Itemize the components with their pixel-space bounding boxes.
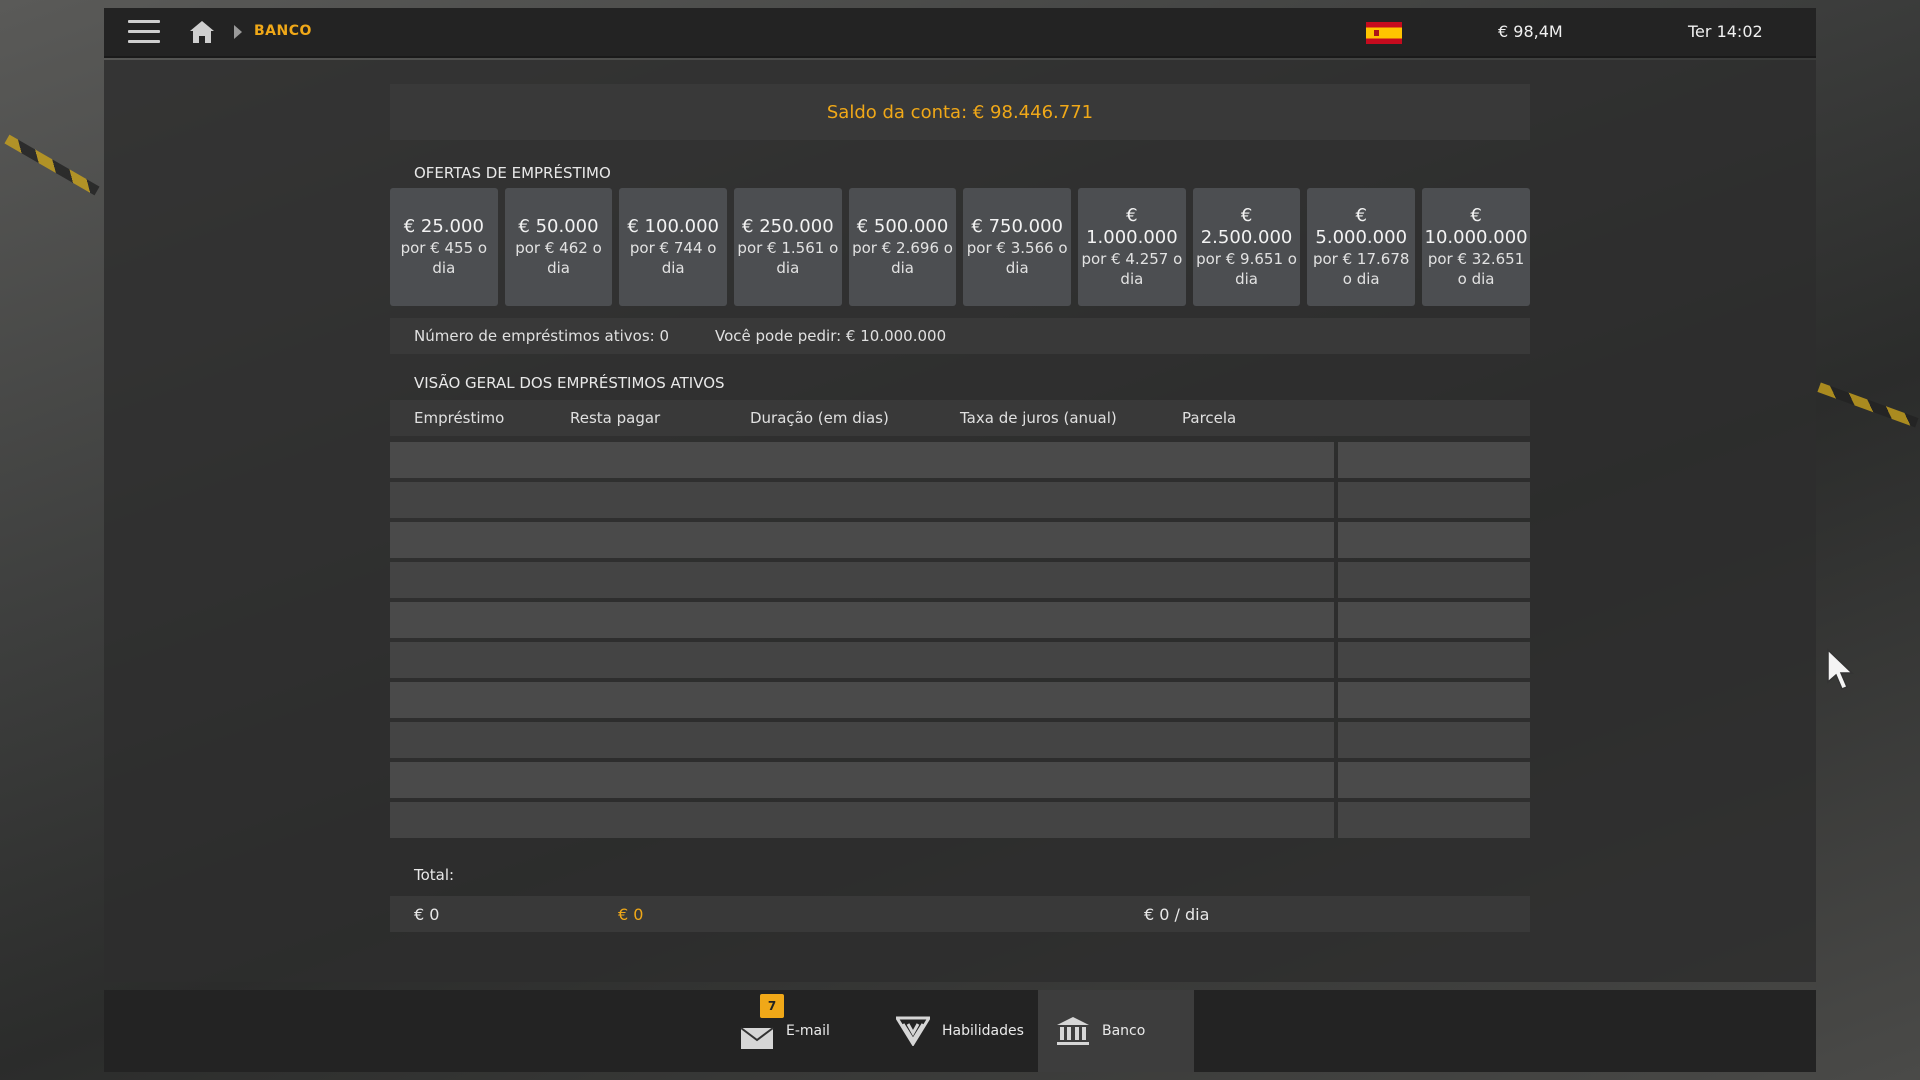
loan-offer-card[interactable]: € 10.000.000 por € 32.651 o dia — [1422, 188, 1531, 306]
offer-rate: por € 455 o dia — [400, 239, 488, 277]
offer-amount: € 750.000 — [971, 216, 1063, 237]
nav-skills[interactable]: Habilidades — [896, 990, 1024, 1072]
mouse-cursor-icon — [1827, 648, 1854, 690]
table-row — [390, 642, 1530, 678]
top-bar: BANCO € 98,4M Ter 14:02 — [104, 8, 1816, 58]
table-row — [390, 802, 1530, 838]
background-stripe — [1817, 382, 1919, 428]
bank-icon — [1057, 1017, 1089, 1045]
table-row — [390, 562, 1530, 598]
offer-rate: por € 4.257 o dia — [1081, 250, 1183, 288]
envelope-icon — [740, 1027, 774, 1049]
column-header-remaining: Resta pagar — [570, 409, 661, 427]
offer-rate: por € 2.696 o dia — [852, 239, 953, 277]
column-header-interest: Taxa de juros (anual) — [960, 409, 1117, 427]
offer-amount: € 500.000 — [856, 216, 949, 237]
offer-amount: € 25.000 — [403, 216, 484, 237]
email-unread-badge: 7 — [760, 994, 784, 1018]
total-installment: € 0 / dia — [1144, 905, 1210, 924]
offer-amount: € 2.500.000 — [1200, 205, 1293, 248]
breadcrumb-arrow-icon — [234, 25, 242, 39]
column-header-installment: Parcela — [1182, 409, 1237, 427]
table-row — [390, 682, 1530, 718]
active-loans-title: VISÃO GERAL DOS EMPRÉSTIMOS ATIVOS — [414, 374, 725, 392]
background-stripe — [4, 134, 100, 196]
table-row — [390, 442, 1530, 478]
spain-flag-icon[interactable] — [1366, 22, 1402, 44]
column-header-loan: Empréstimo — [414, 409, 505, 427]
max-loan-available: Você pode pedir: € 10.000.000 — [715, 327, 947, 345]
offer-rate: por € 1.561 o dia — [737, 239, 839, 277]
offer-amount: € 1.000.000 — [1086, 205, 1178, 248]
loan-offer-card[interactable]: € 2.500.000 por € 9.651 o dia — [1192, 188, 1301, 306]
nav-email-label: E-mail — [786, 1023, 830, 1039]
active-loans-count: Número de empréstimos ativos: 0 — [414, 327, 670, 345]
bank-panel: Saldo da conta: € 98.446.771 OFERTAS DE … — [104, 60, 1816, 982]
skills-chevron-icon — [896, 1016, 930, 1046]
hamburger-menu-icon[interactable] — [128, 20, 160, 44]
loan-info-bar: Número de empréstimos ativos: 0 Você pod… — [390, 318, 1530, 354]
nav-bank[interactable]: Banco — [1038, 990, 1194, 1072]
offer-rate: por € 3.566 o dia — [966, 239, 1068, 277]
header-money: € 98,4M — [1498, 22, 1563, 41]
loan-offer-card[interactable]: € 1.000.000 por € 4.257 o dia — [1078, 188, 1186, 306]
loan-offer-card[interactable]: € 250.000 por € 1.561 o dia — [734, 188, 842, 306]
game-clock: Ter 14:02 — [1688, 22, 1763, 41]
loan-offers-title: OFERTAS DE EMPRÉSTIMO — [414, 164, 611, 182]
offer-amount: € 10.000.000 — [1424, 205, 1528, 248]
offer-amount: € 5.000.000 — [1315, 205, 1408, 248]
loan-offer-card[interactable]: € 500.000 por € 2.696 o dia — [848, 188, 957, 306]
table-row — [390, 762, 1530, 798]
totals-bar: € 0 € 0 € 0 / dia — [390, 896, 1530, 932]
nav-email[interactable]: 7 E-mail — [740, 990, 830, 1072]
home-icon[interactable] — [188, 18, 216, 46]
loan-offers: € 25.000 por € 455 o dia € 50.000 por € … — [390, 188, 1531, 306]
offer-rate: por € 462 o dia — [515, 239, 602, 277]
offer-amount: € 250.000 — [742, 216, 834, 237]
offer-amount: € 100.000 — [627, 216, 719, 237]
loan-offer-card[interactable]: € 100.000 por € 744 o dia — [619, 188, 728, 306]
offer-amount: € 50.000 — [518, 216, 599, 237]
total-remaining: € 0 — [618, 905, 644, 924]
loans-table-header: Empréstimo Resta pagar Duração (em dias)… — [390, 400, 1530, 436]
table-row — [390, 522, 1530, 558]
loan-offer-card[interactable]: € 5.000.000 por € 17.678 o dia — [1307, 188, 1416, 306]
loan-offer-card[interactable]: € 50.000 por € 462 o dia — [504, 188, 613, 306]
bank-content: Saldo da conta: € 98.446.771 OFERTAS DE … — [390, 84, 1531, 932]
loan-offer-card[interactable]: € 750.000 por € 3.566 o dia — [963, 188, 1072, 306]
breadcrumb[interactable]: BANCO — [254, 23, 312, 39]
table-row — [390, 602, 1530, 638]
bottom-nav: 7 E-mail Habilidades Banco — [104, 990, 1816, 1072]
loan-offer-card[interactable]: € 25.000 por € 455 o dia — [390, 188, 498, 306]
total-label: Total: — [414, 866, 455, 884]
total-loan: € 0 — [414, 905, 440, 924]
nav-bank-label: Banco — [1102, 1023, 1146, 1039]
column-header-duration: Duração (em dias) — [750, 409, 889, 427]
account-balance: Saldo da conta: € 98.446.771 — [390, 84, 1530, 140]
offer-rate: por € 744 o dia — [629, 239, 717, 277]
offer-rate: por € 32.651 o dia — [1427, 250, 1525, 288]
table-row — [390, 482, 1530, 518]
loans-table-body — [390, 442, 1530, 838]
offer-rate: por € 17.678 o dia — [1312, 250, 1410, 288]
table-row — [390, 722, 1530, 758]
nav-skills-label: Habilidades — [942, 1023, 1024, 1039]
offer-rate: por € 9.651 o dia — [1196, 250, 1297, 288]
